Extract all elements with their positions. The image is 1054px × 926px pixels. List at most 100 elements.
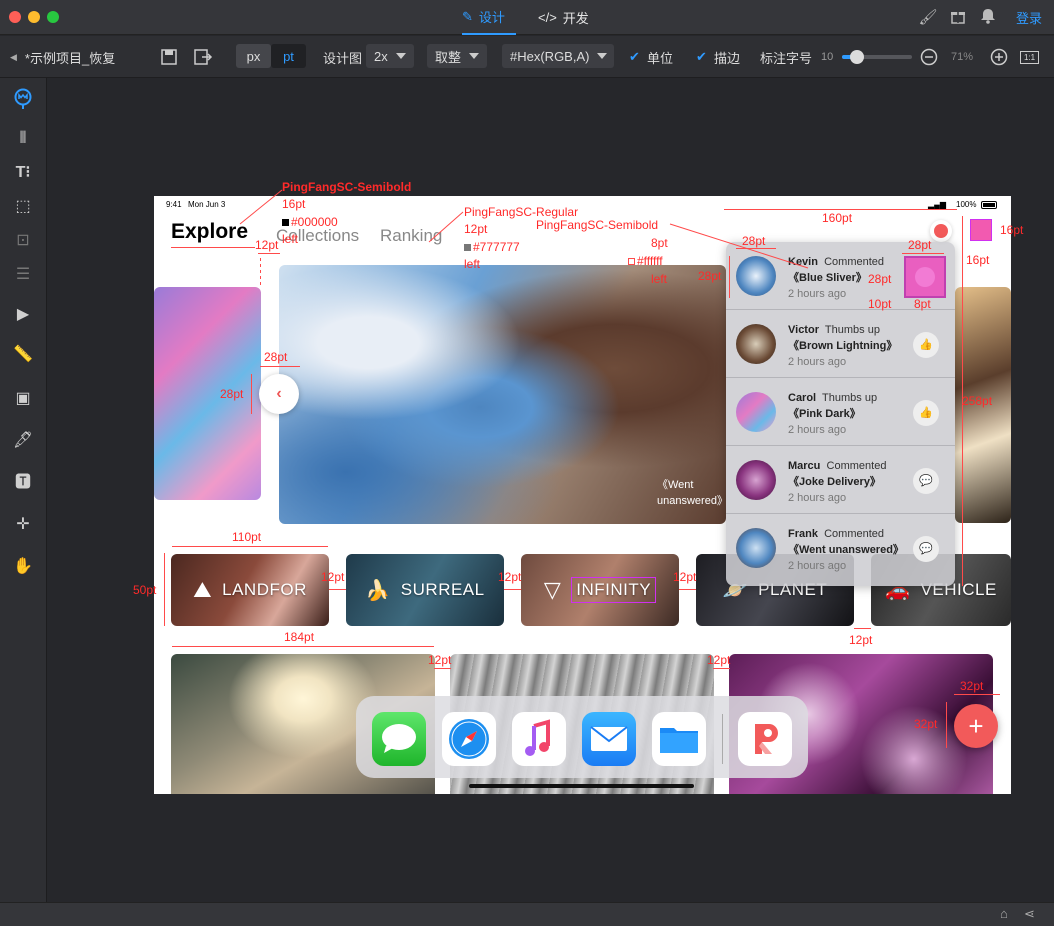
chip-infinity-label: INFINITY <box>571 577 657 603</box>
dim-12pt: 12pt <box>255 238 279 252</box>
hand-tool-icon[interactable]: ✋ <box>12 556 34 578</box>
dim-50pt: 50pt <box>133 583 157 597</box>
home-icon[interactable]: ⌂ <box>1000 906 1008 921</box>
list-tool-icon[interactable]: ☰ <box>12 264 34 286</box>
dimension-line <box>164 553 165 626</box>
tab-design-label: 设计 <box>478 10 505 25</box>
text-box-icon[interactable]: 🆃 <box>12 472 34 494</box>
notification-name: Victor <box>788 324 819 336</box>
unit-px-button[interactable]: px <box>236 44 271 68</box>
mail-app-icon[interactable] <box>582 712 636 766</box>
safari-app-icon[interactable] <box>442 712 496 766</box>
notification-name: Frank <box>788 528 818 540</box>
chip-infinity[interactable]: ▽ INFINITY <box>521 554 679 626</box>
dimension-line <box>902 253 944 254</box>
zoom-level: 71% <box>951 51 974 63</box>
design-scale-value: 2x <box>374 48 388 64</box>
dim-28pt: 28pt <box>742 234 766 248</box>
export-icon[interactable] <box>193 36 213 78</box>
dim-28pt: 28pt <box>220 387 244 401</box>
project-back[interactable]: ◀ *示例项目_恢复 <box>10 36 115 78</box>
notification-item[interactable]: Marcu Commented 《Joke Delivery》 2 hours … <box>726 446 955 514</box>
annotation-color-value: #777777 <box>473 240 520 254</box>
brush-icon[interactable]: 🖌 <box>918 8 938 28</box>
slider-knob[interactable] <box>850 50 864 64</box>
font-size-slider[interactable] <box>842 36 912 78</box>
notification-item[interactable]: Frank Commented 《Went unanswered》 2 hour… <box>726 514 955 582</box>
annotation-color-value: #ffffff <box>637 254 663 268</box>
gift-icon[interactable] <box>948 8 968 28</box>
font-annotation-collections[interactable]: PingFangSC-Regular <box>464 205 578 219</box>
minimize-window-button[interactable] <box>28 11 40 23</box>
eyedropper-icon[interactable]: 🖋 <box>12 430 34 452</box>
battery-percent: 100% <box>956 200 977 209</box>
dim-28pt: 28pt <box>698 269 722 283</box>
project-name: *示例项目_恢复 <box>24 50 116 66</box>
text-tool-icon[interactable]: T⁝ <box>12 162 34 184</box>
files-app-icon[interactable] <box>652 712 706 766</box>
spacing-tool-icon[interactable]: ⫴ <box>12 128 34 150</box>
back-arrow-icon: ◀ <box>10 51 17 62</box>
dim-12pt: 12pt <box>321 570 345 584</box>
tab-develop[interactable]: </> 开发 <box>538 0 598 35</box>
leader-line <box>239 189 283 225</box>
battery-icon <box>981 201 997 209</box>
check-icon: ✔ <box>629 49 640 64</box>
chip-surreal[interactable]: 🍌 SURREAL <box>346 554 504 626</box>
dimension-line <box>504 589 521 590</box>
notification-item[interactable]: Victor Thumbs up 《Brown Lightning》 2 hou… <box>726 310 955 378</box>
previous-card-image[interactable] <box>154 287 261 500</box>
tab-design[interactable]: ✎ 设计 <box>462 0 516 35</box>
notification-item[interactable]: Carol Thumbs up 《Pink Dark》 2 hours ago … <box>726 378 955 446</box>
dim-28pt: 28pt <box>908 238 932 252</box>
dimension-line <box>260 258 261 288</box>
thumbs-up-icon: 👍 <box>913 400 939 426</box>
design-scale-label: 设计图 <box>323 50 363 66</box>
share-icon[interactable]: ⋖ <box>1024 906 1035 922</box>
notification-time: 2 hours ago <box>788 288 847 300</box>
marker-logo-icon[interactable] <box>12 88 34 110</box>
message-icon <box>934 224 948 238</box>
font-annotation-explore[interactable]: PingFangSC-Semibold <box>282 180 411 194</box>
bottom-status-bar: ⌂ ⋖ <box>0 902 1054 926</box>
maximize-window-button[interactable] <box>47 11 59 23</box>
position-tool-icon[interactable]: ⊡ <box>12 230 34 252</box>
app-window: ✎ 设计 </> 开发 🖌 登录 ◀ *示例项目_恢复 px pt 设计图 2x… <box>0 0 1054 926</box>
dim-12pt: 12pt <box>673 570 697 584</box>
add-fab-button[interactable]: + <box>954 704 998 748</box>
slice-tool-icon[interactable]: ▣ <box>12 388 34 410</box>
actual-size-button[interactable]: 1:1 <box>1020 36 1040 78</box>
crosshair-icon[interactable]: ✛ <box>12 514 34 536</box>
color-format-select[interactable]: #Hex(RGB,A) <box>502 44 614 68</box>
font-annotation-notification[interactable]: PingFangSC-Semibold <box>536 218 658 232</box>
zoom-out-icon[interactable] <box>920 36 938 78</box>
close-window-button[interactable] <box>9 11 21 23</box>
design-scale-select[interactable]: 2x <box>366 44 414 68</box>
chip-landform[interactable]: ⛰ LANDFOR <box>171 554 329 626</box>
p-app-icon[interactable] <box>738 712 792 766</box>
login-link[interactable]: 登录 <box>1016 0 1042 35</box>
music-app-icon[interactable] <box>512 712 566 766</box>
ruler-icon[interactable]: 📏 <box>12 344 34 366</box>
home-indicator <box>469 784 694 788</box>
unit-pt-button[interactable]: pt <box>271 44 306 68</box>
notification-title: 《Brown Lightning》 <box>788 340 898 352</box>
select-arrow-icon[interactable]: ▶ <box>12 304 34 326</box>
save-icon[interactable] <box>160 36 178 78</box>
hero-card-image[interactable]: 《Went unanswered》 <box>279 265 726 524</box>
status-time: 9:41 <box>166 200 182 209</box>
frame-tool-icon[interactable]: ⬚ <box>12 196 34 218</box>
notification-time: 2 hours ago <box>788 356 847 368</box>
stroke-checkbox[interactable]: ✔ 描边 <box>696 36 740 78</box>
annotation-align: left <box>651 272 668 286</box>
unit-checkbox[interactable]: ✔ 单位 <box>629 36 673 78</box>
notification-button[interactable] <box>930 220 952 242</box>
zoom-in-icon[interactable] <box>990 36 1008 78</box>
carousel-prev-button[interactable]: ‹ <box>259 374 299 414</box>
badge-preview[interactable] <box>970 219 992 241</box>
bell-icon[interactable] <box>978 8 998 28</box>
messages-app-icon[interactable] <box>372 712 426 766</box>
check-icon: ✔ <box>696 49 707 64</box>
round-select[interactable]: 取整 <box>427 44 487 68</box>
dim-12pt: 12pt <box>849 633 873 647</box>
